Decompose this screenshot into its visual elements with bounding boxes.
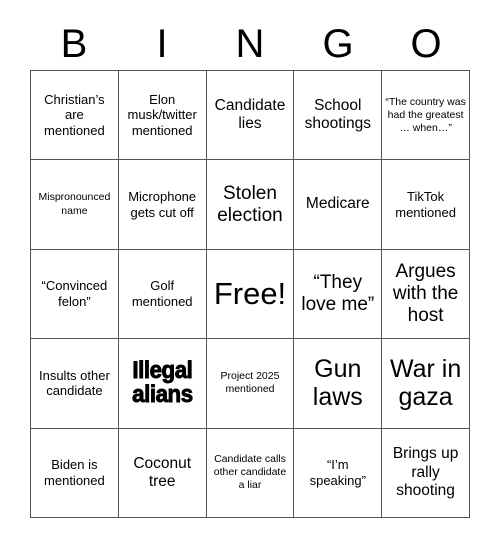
bingo-grid: Christian’s are mentioned Elon musk/twitt…: [30, 70, 470, 518]
bingo-cell-label: “The country was had the greatest … when…: [385, 95, 466, 134]
bingo-cell-r5-c1[interactable]: Biden is mentioned: [31, 428, 119, 518]
bingo-free-space[interactable]: Free!: [206, 249, 295, 340]
header-letter-b: B: [60, 22, 88, 66]
bingo-cell-label: “They love me”: [301, 271, 375, 315]
bingo-cell-label: Medicare: [305, 195, 370, 213]
bingo-cell-label: Elon musk/twitter mentioned: [127, 91, 197, 138]
bingo-cell-label: Stolen election: [217, 182, 283, 226]
bingo-cell-r4-c2[interactable]: Illegal alians: [118, 339, 207, 429]
header-letter-n: N: [235, 22, 265, 66]
bingo-header-row: B I N G O: [30, 18, 470, 70]
bingo-cell-label: “Convinced felon”: [41, 278, 108, 309]
bingo-cell-label: Argues with the host: [392, 260, 459, 326]
bingo-cell-label: Brings up rally shooting: [392, 445, 459, 499]
bingo-cell-r3-c2[interactable]: Golf mentioned: [118, 249, 207, 340]
bingo-cell-r4-c4[interactable]: Gun laws: [294, 339, 383, 429]
bingo-cell-r2-c2[interactable]: Microphone gets cut off: [118, 160, 207, 250]
bingo-cell-r4-c3[interactable]: Project 2025 mentioned: [206, 339, 295, 429]
bingo-cell-r3-c5[interactable]: Argues with the host: [382, 249, 470, 340]
bingo-cell-r4-c5[interactable]: War in gaza: [382, 339, 470, 429]
bingo-cell-r2-c3[interactable]: Stolen election: [206, 160, 295, 250]
bingo-cell-r1-c4[interactable]: School shootings: [294, 71, 383, 161]
bingo-card: B I N G O Christian’s are mentioned Elon …: [0, 0, 500, 544]
header-letter-o: O: [410, 22, 442, 66]
bingo-cell-label: Insults other candidate: [38, 367, 110, 399]
bingo-cell-r2-c4[interactable]: Medicare: [294, 160, 383, 250]
bingo-cell-r5-c2[interactable]: Coconut tree: [118, 428, 207, 518]
bingo-cell-label: Golf mentioned: [131, 278, 193, 309]
bingo-cell-r5-c3[interactable]: Candidate calls other candidate a liar: [206, 428, 295, 518]
header-letter-g: G: [322, 22, 354, 66]
bingo-cell-label: Illegal alians: [131, 357, 194, 409]
bingo-cell-label: Candidate lies: [214, 96, 286, 133]
bingo-cell-r1-c5[interactable]: “The country was had the greatest … when…: [382, 71, 470, 161]
bingo-cell-r1-c2[interactable]: Elon musk/twitter mentioned: [118, 71, 207, 161]
bingo-cell-label: Free!: [213, 276, 287, 312]
bingo-cell-label: School shootings: [304, 96, 371, 133]
bingo-cell-label: TikTok mentioned: [395, 189, 456, 220]
bingo-cell-label: Gun laws: [312, 355, 363, 412]
bingo-cell-label: Microphone gets cut off: [128, 189, 197, 220]
bingo-cell-r1-c1[interactable]: Christian’s are mentioned: [31, 71, 119, 161]
bingo-cell-label: Biden is mentioned: [44, 457, 105, 488]
bingo-cell-r3-c1[interactable]: “Convinced felon”: [31, 249, 119, 340]
bingo-cell-label: Mispronounced name: [38, 191, 111, 217]
bingo-cell-label: War in gaza: [389, 355, 462, 412]
bingo-cell-label: Candidate calls other candidate a liar: [213, 453, 287, 492]
bingo-cell-r5-c5[interactable]: Brings up rally shooting: [382, 428, 470, 518]
bingo-cell-label: Coconut tree: [133, 454, 192, 490]
bingo-cell-r2-c5[interactable]: TikTok mentioned: [382, 160, 470, 250]
bingo-cell-r4-c1[interactable]: Insults other candidate: [31, 339, 119, 429]
bingo-cell-r2-c1[interactable]: Mispronounced name: [31, 160, 119, 250]
bingo-cell-r1-c3[interactable]: Candidate lies: [206, 71, 295, 161]
bingo-cell-r5-c4[interactable]: “I’m speaking”: [294, 428, 383, 518]
bingo-cell-label: Christian’s are mentioned: [44, 91, 105, 138]
bingo-cell-r3-c4[interactable]: “They love me”: [294, 249, 383, 340]
bingo-cell-label: Project 2025 mentioned: [220, 370, 280, 396]
header-letter-i: I: [156, 22, 168, 66]
bingo-cell-label: “I’m speaking”: [309, 457, 366, 488]
